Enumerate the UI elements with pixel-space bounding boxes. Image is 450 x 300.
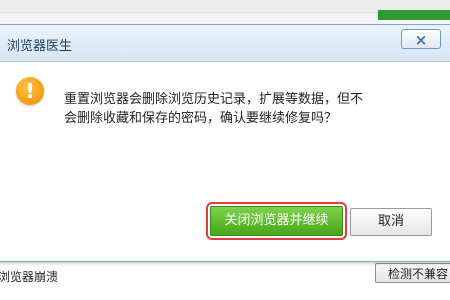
dialog-titlebar[interactable]: 浏览器医生 ×: [0, 25, 450, 62]
close-icon: ×: [414, 31, 428, 49]
close-browser-continue-button[interactable]: 关闭浏览器并继续: [206, 202, 347, 240]
cancel-button[interactable]: 取消: [350, 208, 432, 236]
background-green-bar: [378, 10, 450, 20]
dialog-message: 重置浏览器会删除浏览历史记录，扩展等数据，但不会删除收藏和保存的密码，确认要继续…: [64, 92, 364, 126]
exclamation-icon: !: [16, 77, 44, 105]
background-status-text: 浏览器崩溃: [0, 270, 59, 284]
close-button[interactable]: ×: [401, 29, 441, 49]
background-window-top: [0, 0, 450, 22]
background-detect-button[interactable]: 检测不兼容: [375, 263, 450, 283]
dialog-title: 浏览器医生: [7, 39, 73, 54]
